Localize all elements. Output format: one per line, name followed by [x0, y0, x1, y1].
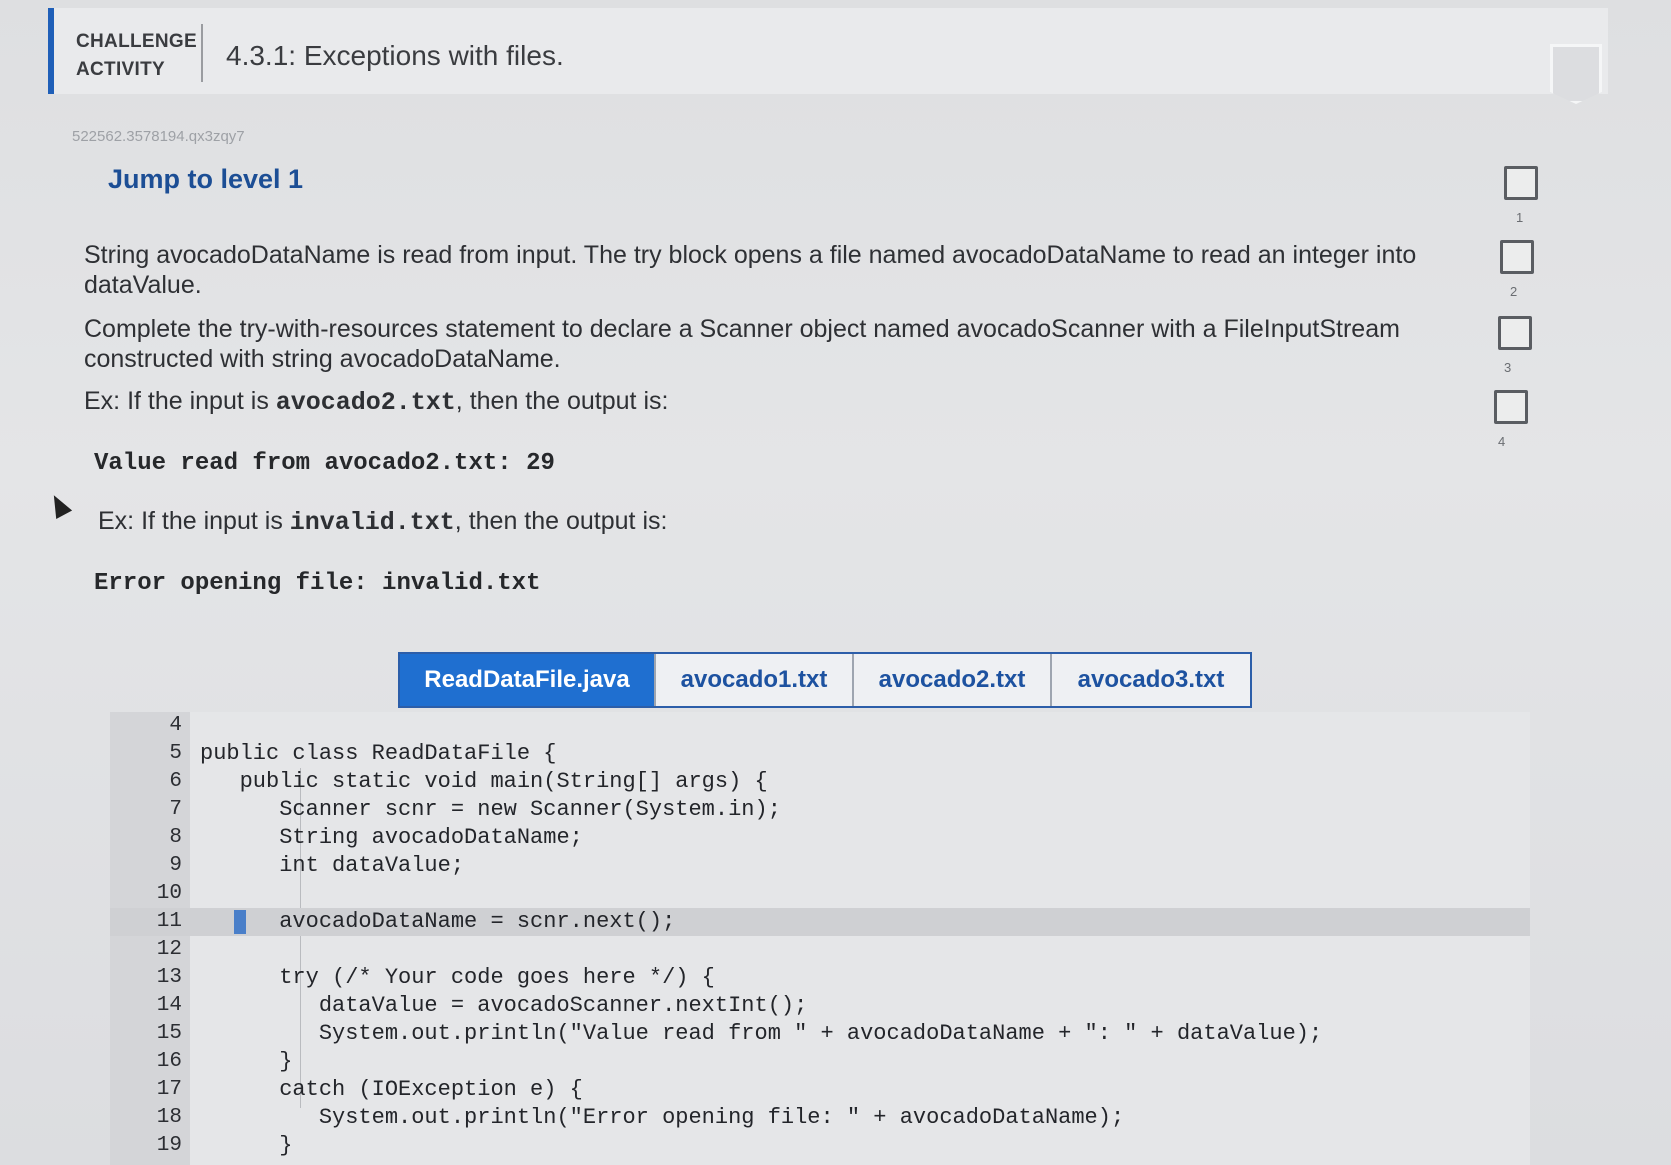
activity-title: 4.3.1: Exceptions with files.	[226, 40, 564, 71]
code-text: System.out.println("Value read from " + …	[200, 1021, 1323, 1046]
tab-readdatafile-java[interactable]: ReadDataFile.java	[400, 654, 656, 706]
code-line[interactable]: 16 }	[110, 1048, 1530, 1076]
example-1-text: Ex: If the input is avocado2.txt, then t…	[84, 386, 1084, 418]
example-2-text: Ex: If the input is invalid.txt, then th…	[98, 506, 667, 538]
tab-avocado3-txt[interactable]: avocado3.txt	[1052, 654, 1250, 706]
line-number: 17	[156, 1078, 182, 1101]
example-1-input: avocado2.txt	[275, 388, 456, 417]
code-text: int dataValue;	[200, 853, 465, 878]
example-1-suffix: , then the output is:	[455, 387, 669, 415]
line-number: 4	[169, 714, 182, 737]
level-1-number: 1	[1516, 210, 1524, 225]
line-number: 6	[169, 770, 182, 793]
line-number: 15	[156, 1022, 182, 1045]
code-line[interactable]: 13 try (/* Your code goes here */) {	[110, 964, 1530, 992]
code-line[interactable]: 14 dataValue = avocadoScanner.nextInt();	[110, 992, 1530, 1020]
code-text: String avocadoDataName;	[200, 825, 583, 850]
code-text: }	[200, 1133, 293, 1158]
level-4-box[interactable]	[1494, 390, 1528, 424]
line-number: 18	[156, 1106, 182, 1129]
level-1-box[interactable]	[1504, 166, 1538, 200]
code-line[interactable]: 15 System.out.println("Value read from "…	[110, 1020, 1530, 1048]
example-2-input: invalid.txt	[289, 508, 455, 537]
instruction-paragraph-1: String avocadoDataName is read from inpu…	[84, 241, 1417, 299]
page: CHALLENGE ACTIVITY 4.3.1: Exceptions wit…	[0, 0, 1671, 1165]
activity-code: 522562.3578194.qx3zqy7	[72, 128, 245, 145]
example-2-prefix: Ex: If the input is	[98, 507, 290, 535]
code-text: Scanner scnr = new Scanner(System.in);	[200, 797, 781, 822]
code-line[interactable]: 12	[110, 936, 1530, 964]
label-line-1: CHALLENGE	[76, 31, 197, 52]
line-number: 7	[169, 798, 182, 821]
code-line[interactable]: 19 }	[110, 1132, 1530, 1160]
level-4-number: 4	[1498, 434, 1506, 449]
line-number: 16	[156, 1050, 182, 1073]
example-2-output: Error opening file: invalid.txt	[94, 570, 541, 597]
code-text: catch (IOException e) {	[200, 1077, 583, 1102]
level-3-number: 3	[1504, 360, 1512, 375]
code-text: dataValue = avocadoScanner.nextInt();	[200, 993, 808, 1018]
level-2-number: 2	[1510, 284, 1518, 299]
code-line[interactable]: 11 avocadoDataName = scnr.next();	[110, 908, 1530, 936]
code-text: }	[200, 1049, 293, 1074]
instruction-paragraph-2: Complete the try-with-resources statemen…	[84, 315, 1400, 373]
mouse-pointer-icon	[45, 491, 73, 519]
tab-avocado2-txt[interactable]: avocado2.txt	[854, 654, 1052, 706]
example-1-output: Value read from avocado2.txt: 29	[94, 450, 555, 477]
line-number: 19	[156, 1134, 182, 1157]
challenge-header: CHALLENGE ACTIVITY 4.3.1: Exceptions wit…	[48, 8, 1608, 104]
level-3-box[interactable]	[1498, 316, 1532, 350]
line-number: 11	[156, 910, 182, 933]
code-text: public static void main(String[] args) {	[200, 769, 768, 794]
code-line[interactable]: 17 catch (IOException e) {	[110, 1076, 1530, 1104]
line-number: 14	[156, 994, 182, 1017]
line-number: 9	[169, 854, 182, 877]
tab-avocado1-txt[interactable]: avocado1.txt	[656, 654, 854, 706]
code-line[interactable]: 9 int dataValue;	[110, 852, 1530, 880]
label-line-2: ACTIVITY	[76, 59, 165, 80]
line-number: 10	[156, 882, 182, 905]
code-text: public class ReadDataFile {	[200, 741, 557, 766]
code-text: avocadoDataName = scnr.next();	[200, 909, 676, 934]
header-divider	[201, 24, 203, 82]
code-line[interactable]: 7 Scanner scnr = new Scanner(System.in);	[110, 796, 1530, 824]
code-line[interactable]: 4	[110, 712, 1530, 740]
jump-to-level-button[interactable]: Jump to level 1	[108, 164, 303, 195]
line-number: 13	[156, 966, 182, 989]
code-text: try (/* Your code goes here */) {	[200, 965, 715, 990]
example-2-suffix: , then the output is:	[454, 507, 668, 535]
code-line[interactable]: 8 String avocadoDataName;	[110, 824, 1530, 852]
example-1-prefix: Ex: If the input is	[84, 387, 276, 415]
line-number: 5	[169, 742, 182, 765]
challenge-activity-label: CHALLENGE ACTIVITY	[76, 28, 197, 84]
code-text: System.out.println("Error opening file: …	[200, 1105, 1125, 1130]
line-number: 12	[156, 938, 182, 961]
file-tabs: ReadDataFile.java avocado1.txt avocado2.…	[398, 652, 1252, 708]
code-line[interactable]: 5 public class ReadDataFile {	[110, 740, 1530, 768]
code-line[interactable]: 10	[110, 880, 1530, 908]
completion-badge-icon	[1550, 44, 1602, 104]
code-line[interactable]: 6 public static void main(String[] args)…	[110, 768, 1530, 796]
code-line[interactable]: 18 System.out.println("Error opening fil…	[110, 1104, 1530, 1132]
level-2-box[interactable]	[1500, 240, 1534, 274]
line-number: 8	[169, 826, 182, 849]
code-editor[interactable]: 4 5 public class ReadDataFile {6 public st…	[110, 712, 1530, 1165]
